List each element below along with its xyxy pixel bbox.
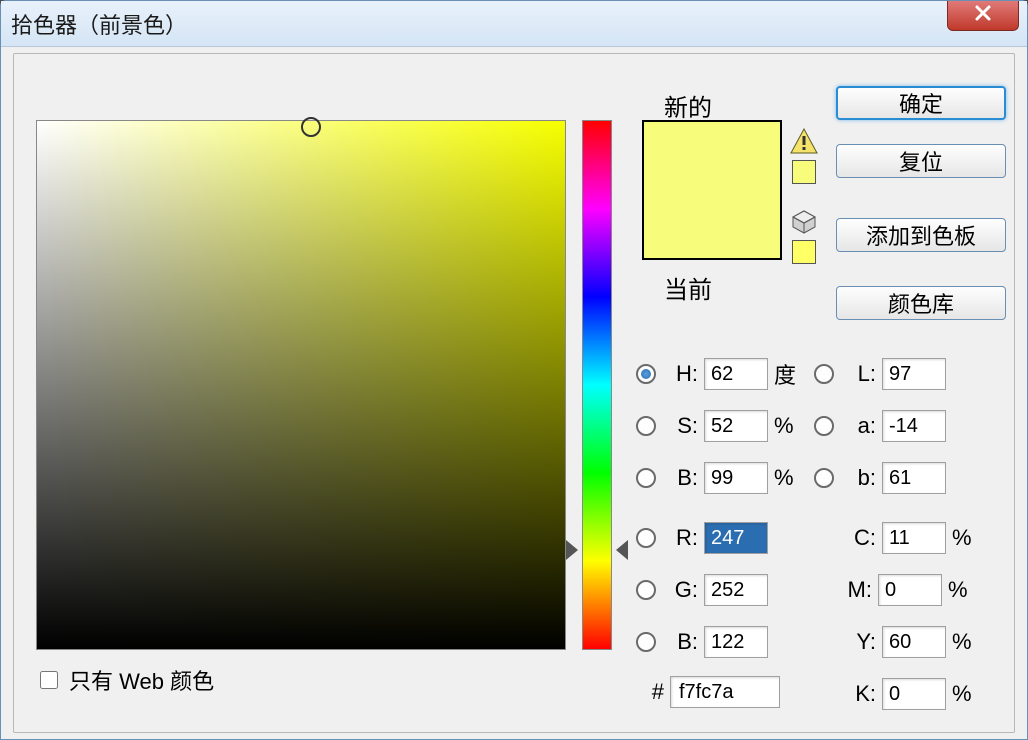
web-only-checkbox[interactable] xyxy=(40,671,58,689)
label-hex: # xyxy=(628,679,664,705)
row-s: S: % xyxy=(636,408,808,444)
titlebar: 拾色器（前景色） xyxy=(1,1,1027,47)
row-h: H: 度 xyxy=(636,356,808,392)
radio-g[interactable] xyxy=(636,580,656,600)
radio-lab-a[interactable] xyxy=(814,416,834,436)
radio-b[interactable] xyxy=(636,468,656,488)
web-only-row[interactable]: 只有 Web 颜色 xyxy=(36,664,214,696)
label-g: G: xyxy=(662,577,698,603)
unit-h: 度 xyxy=(774,358,808,390)
web-only-label: 只有 Web 颜色 xyxy=(69,664,214,696)
websafe-warning-icon[interactable] xyxy=(790,208,818,236)
reset-button[interactable]: 复位 xyxy=(836,144,1006,178)
row-hex: # xyxy=(628,676,780,708)
hue-slider[interactable] xyxy=(582,120,612,650)
gamut-warning-swatch[interactable] xyxy=(792,160,816,184)
new-color-label: 新的 xyxy=(664,88,712,123)
input-y[interactable] xyxy=(882,626,946,658)
current-color-label: 当前 xyxy=(664,270,712,305)
current-color-swatch[interactable] xyxy=(644,190,780,258)
input-c[interactable] xyxy=(882,522,946,554)
row-m: M: % xyxy=(838,572,982,608)
label-lab-l: L: xyxy=(840,361,876,387)
label-k: K: xyxy=(842,681,876,707)
label-s: S: xyxy=(662,413,698,439)
row-lab-b: b: xyxy=(814,460,946,496)
saturation-value-field[interactable] xyxy=(36,120,566,650)
gamut-warning-icon[interactable] xyxy=(790,128,818,154)
color-picker-window: 拾色器（前景色） 新的 当前 确定 xyxy=(0,0,1028,740)
row-lab-l: L: xyxy=(814,356,946,392)
label-r: R: xyxy=(662,525,698,551)
ok-button[interactable]: 确定 xyxy=(836,86,1006,120)
window-title: 拾色器（前景色） xyxy=(11,8,187,40)
row-y: Y: % xyxy=(842,624,986,660)
input-lab-l[interactable] xyxy=(882,358,946,390)
label-m: M: xyxy=(838,577,872,603)
sv-cursor[interactable] xyxy=(301,117,321,137)
input-s[interactable] xyxy=(704,410,768,442)
unit-y: % xyxy=(952,629,986,655)
label-b2: B: xyxy=(662,629,698,655)
label-h: H: xyxy=(662,361,698,387)
unit-s: % xyxy=(774,413,808,439)
row-k: K: % xyxy=(842,676,986,712)
close-icon xyxy=(973,3,993,29)
input-r[interactable] xyxy=(704,522,768,554)
dialog-body: 新的 当前 确定 复位 添加到色板 颜色库 H: 度 S: % xyxy=(13,53,1015,733)
radio-lab-b[interactable] xyxy=(814,468,834,488)
label-b: B: xyxy=(662,465,698,491)
close-button[interactable] xyxy=(947,1,1019,31)
unit-c: % xyxy=(952,525,986,551)
row-b2: B: xyxy=(636,624,768,660)
unit-k: % xyxy=(952,681,986,707)
new-color-swatch xyxy=(644,122,780,190)
input-m[interactable] xyxy=(878,574,942,606)
row-c: C: % xyxy=(842,520,986,556)
row-lab-a: a: xyxy=(814,408,946,444)
radio-b2[interactable] xyxy=(636,632,656,652)
input-h[interactable] xyxy=(704,358,768,390)
label-c: C: xyxy=(842,525,876,551)
unit-m: % xyxy=(948,577,982,603)
row-r: R: xyxy=(636,520,768,556)
hue-indicator-left xyxy=(566,540,578,560)
hue-indicator-right xyxy=(616,540,628,560)
row-g: G: xyxy=(636,572,768,608)
color-swatch xyxy=(642,120,782,260)
input-k[interactable] xyxy=(882,678,946,710)
input-lab-b[interactable] xyxy=(882,462,946,494)
input-b2[interactable] xyxy=(704,626,768,658)
input-lab-a[interactable] xyxy=(882,410,946,442)
label-lab-a: a: xyxy=(840,413,876,439)
radio-h[interactable] xyxy=(636,364,656,384)
websafe-warning-swatch[interactable] xyxy=(792,240,816,264)
radio-r[interactable] xyxy=(636,528,656,548)
color-library-button[interactable]: 颜色库 xyxy=(836,286,1006,320)
input-hex[interactable] xyxy=(670,676,780,708)
add-to-swatch-button[interactable]: 添加到色板 xyxy=(836,218,1006,252)
radio-lab-l[interactable] xyxy=(814,364,834,384)
row-b: B: % xyxy=(636,460,808,496)
radio-s[interactable] xyxy=(636,416,656,436)
label-y: Y: xyxy=(842,629,876,655)
input-g[interactable] xyxy=(704,574,768,606)
label-lab-b: b: xyxy=(840,465,876,491)
unit-b: % xyxy=(774,465,808,491)
input-b[interactable] xyxy=(704,462,768,494)
